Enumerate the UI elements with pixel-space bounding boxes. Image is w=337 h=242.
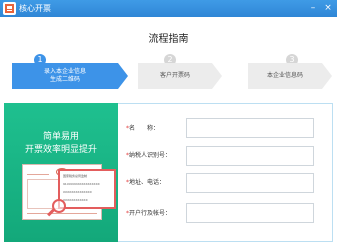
name-field-label: *名 称： bbox=[126, 125, 160, 132]
step-1-box: 录入本企业信息 生成二维码 bbox=[12, 63, 128, 89]
promo-subtitle: 开票效率明显提升 bbox=[24, 145, 97, 155]
callout-row: XXXXXXXXXXXXXX bbox=[63, 190, 92, 194]
app-logo-icon bbox=[3, 2, 16, 15]
page-title: 流程指南 bbox=[148, 34, 189, 45]
address-phone-field-label: *地址、电话： bbox=[126, 179, 166, 186]
step-1-label-line1: 录入本企业信息 bbox=[43, 68, 86, 75]
bank-account-input[interactable] bbox=[186, 203, 314, 223]
promo-title: 简单易用 bbox=[42, 132, 79, 142]
step-3-label: 本企业信息码 bbox=[266, 72, 303, 79]
taxpayer-id-input[interactable] bbox=[186, 146, 314, 166]
address-phone-input[interactable] bbox=[186, 173, 314, 193]
minimize-button[interactable]: – bbox=[307, 2, 319, 14]
step-1-label-line2: 生成二维码 bbox=[49, 76, 80, 83]
title-bar: 核心开票 – × bbox=[0, 0, 337, 17]
taxpayer-id-field-label: *纳税人识别号： bbox=[126, 152, 172, 159]
callout-row: 国家税务总局监制 bbox=[63, 174, 88, 178]
window-title: 核心开票 bbox=[19, 4, 51, 13]
callout-row: XXXXXXXXXXXX bbox=[63, 198, 88, 202]
invoice-callout: 国家税务总局监制 91XXXXXXXXXXXXXXXX XXXXXXXXXXXX… bbox=[58, 169, 116, 209]
step-2-box: 客户开票码 bbox=[138, 63, 222, 89]
close-button[interactable]: × bbox=[322, 2, 334, 14]
name-input[interactable] bbox=[186, 118, 314, 138]
callout-row: 91XXXXXXXXXXXXXXXX bbox=[63, 182, 100, 186]
promo-panel: 简单易用 开票效率明显提升 国家税务总局监制 91XXXXXXXXXXXXXXX… bbox=[4, 103, 118, 242]
step-2-label: 客户开票码 bbox=[159, 72, 190, 79]
bank-account-field-label: *开户行及帐号： bbox=[126, 210, 172, 217]
step-3-box: 本企业信息码 bbox=[248, 63, 332, 89]
step-1-label: 录入本企业信息 生成二维码 bbox=[12, 63, 118, 89]
